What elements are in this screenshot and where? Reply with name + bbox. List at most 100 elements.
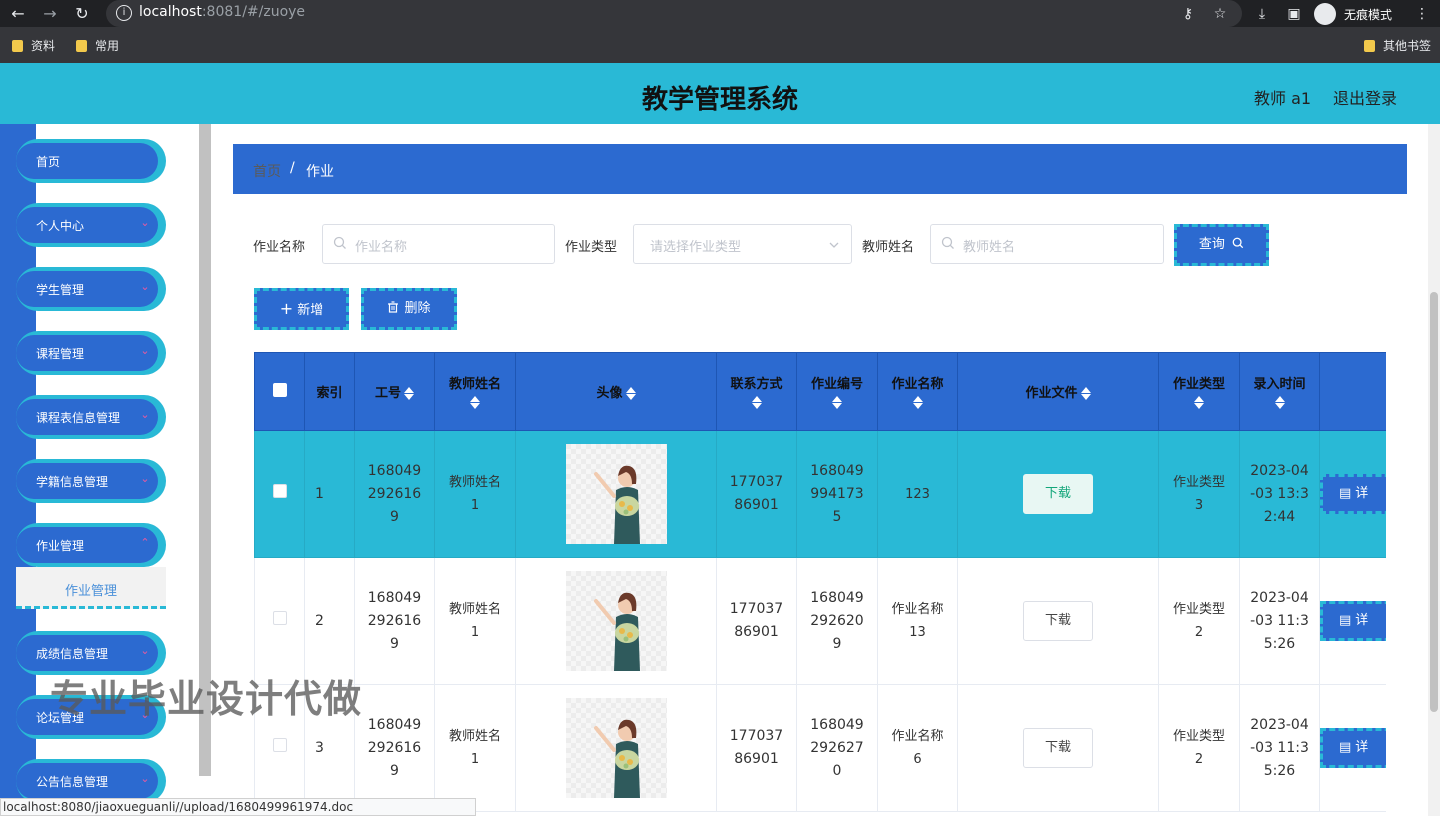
- homework-name-input[interactable]: 作业名称: [322, 224, 555, 264]
- sort-icon[interactable]: [625, 386, 636, 401]
- col-avatar[interactable]: 头像: [515, 352, 717, 431]
- sidebar-item-enrollment[interactable]: 学籍信息管理 ⌄: [16, 459, 166, 503]
- col-hw-no[interactable]: 作业编号: [796, 352, 878, 431]
- detail-button[interactable]: ▤ 详: [1320, 728, 1386, 768]
- row-checkbox[interactable]: [272, 737, 287, 752]
- col-entry-time[interactable]: 录入时间: [1239, 352, 1320, 431]
- bookmark-folder[interactable]: 资料: [12, 37, 55, 54]
- cell-text: 1: [315, 485, 324, 502]
- document-icon: ▤: [1339, 613, 1352, 628]
- sidebar-item-profile[interactable]: 个人中心 ⌄: [16, 203, 166, 247]
- col-teacher-name-label: 教师姓名: [448, 377, 501, 392]
- col-hw-file[interactable]: 作业文件: [957, 352, 1159, 431]
- download-button[interactable]: 下载: [1023, 728, 1093, 768]
- sidebar-item-label: 成绩信息管理: [36, 647, 109, 661]
- sidebar-subitem-homework[interactable]: 作业管理: [16, 567, 166, 609]
- cell-hw-type: 作业类型3: [1158, 430, 1240, 558]
- col-contact[interactable]: 联系方式: [716, 352, 797, 431]
- select-all-cell[interactable]: [254, 352, 305, 431]
- cell-hw-name: 作业名称13: [877, 557, 958, 685]
- col-hw-name[interactable]: 作业名称: [877, 352, 958, 431]
- table-row[interactable]: 3 1680492926169 教师姓名1 17703786901 1680492926…: [254, 684, 1386, 812]
- col-staff-no[interactable]: 工号: [354, 352, 435, 431]
- cell-text: 17703786901: [729, 474, 784, 513]
- sort-icon[interactable]: [1194, 396, 1204, 409]
- sort-icon[interactable]: [470, 396, 480, 409]
- query-button[interactable]: 查询: [1174, 224, 1269, 266]
- sidepanel-icon[interactable]: ▣: [1284, 4, 1304, 24]
- avatar: [565, 444, 667, 544]
- col-hw-file-label: 作业文件: [1025, 386, 1078, 401]
- sidebar-item-courses[interactable]: 课程管理 ⌄: [16, 331, 166, 375]
- bookmark-label: 资料: [31, 39, 56, 53]
- detail-button[interactable]: ▤ 详: [1320, 601, 1386, 641]
- add-button[interactable]: + 新增: [254, 288, 349, 330]
- incognito-icon[interactable]: [1314, 3, 1336, 25]
- key-icon[interactable]: ⚷: [1178, 4, 1198, 24]
- cell-text: 1680492926169: [367, 589, 422, 652]
- cell-actions: ▤ 详: [1319, 557, 1386, 685]
- address-bar[interactable]: i localhost:8081/#/zuoye ⚷ ☆: [106, 0, 1242, 27]
- row-select-cell[interactable]: [254, 557, 305, 685]
- cell-actions: ▤ 详: [1319, 684, 1386, 812]
- table-row[interactable]: 1 1680492926169 教师姓名1 17703786901 1680499941…: [254, 430, 1386, 558]
- col-index: 索引: [304, 352, 355, 431]
- col-hw-type[interactable]: 作业类型: [1158, 352, 1240, 431]
- page-scrollbar[interactable]: [1428, 124, 1440, 816]
- star-icon[interactable]: ☆: [1210, 4, 1230, 24]
- chevron-down-icon: ⌄: [140, 280, 150, 293]
- sidebar-item-students[interactable]: 学生管理 ⌄: [16, 267, 166, 311]
- sidebar-item-schedule[interactable]: 课程表信息管理 ⌄: [16, 395, 166, 439]
- row-checkbox[interactable]: [272, 610, 287, 625]
- delete-button[interactable]: 删除: [361, 288, 457, 330]
- cell-text: 1680492926209: [810, 589, 864, 652]
- homework-name-label: 作业名称: [253, 240, 306, 255]
- info-icon[interactable]: i: [116, 5, 132, 21]
- other-bookmarks[interactable]: 其他书签: [1364, 37, 1431, 54]
- sidebar-item-homework[interactable]: 作业管理 ⌃: [16, 523, 166, 567]
- homework-type-select[interactable]: 请选择作业类型: [633, 224, 852, 264]
- sort-icon[interactable]: [1274, 396, 1285, 409]
- cell-text: 1680492926169: [367, 716, 422, 779]
- col-teacher-name[interactable]: 教师姓名: [434, 352, 516, 431]
- cell-index: 2: [304, 557, 355, 685]
- select-all-checkbox[interactable]: [272, 382, 287, 397]
- scrollbar-thumb[interactable]: [1430, 292, 1438, 712]
- cell-text: 作业名称13: [891, 602, 944, 640]
- sidebar-item-home[interactable]: 首页: [16, 139, 166, 183]
- reload-icon[interactable]: ↻: [72, 4, 92, 24]
- sort-icon[interactable]: [1080, 386, 1091, 401]
- menu-kebab-icon[interactable]: ⋮: [1412, 4, 1432, 24]
- homework-name-placeholder: 作业名称: [355, 240, 408, 255]
- bookmark-folder[interactable]: 常用: [76, 37, 119, 54]
- logout-link[interactable]: 退出登录: [1333, 85, 1397, 109]
- bookmarks-bar: 资料 常用 其他书签: [0, 27, 1440, 63]
- download-icon[interactable]: ⤓: [1252, 4, 1272, 24]
- download-button[interactable]: 下载: [1023, 474, 1093, 514]
- delete-button-label: 删除: [404, 301, 431, 316]
- back-icon[interactable]: ←: [8, 4, 28, 24]
- sidebar-item-notices[interactable]: 公告信息管理 ⌄: [16, 759, 166, 803]
- forward-icon[interactable]: →: [40, 4, 60, 24]
- folder-icon: [76, 40, 87, 52]
- download-button[interactable]: 下载: [1023, 601, 1093, 641]
- teacher-name-input[interactable]: 教师姓名: [930, 224, 1164, 264]
- detail-button[interactable]: ▤ 详: [1320, 474, 1386, 514]
- search-icon: [1232, 237, 1244, 249]
- breadcrumb-home[interactable]: 首页: [253, 161, 281, 181]
- cell-text: 17703786901: [729, 728, 784, 767]
- url-path: :8081/#/zuoye: [201, 4, 306, 20]
- cell-text: 1680499941735: [810, 462, 864, 525]
- breadcrumb-separator: /: [290, 160, 295, 176]
- sort-icon[interactable]: [751, 396, 762, 409]
- row-checkbox[interactable]: [272, 483, 287, 498]
- cell-staff-no: 1680492926169: [354, 557, 435, 685]
- table-row[interactable]: 2 1680492926169 教师姓名1 17703786901 1680492926…: [254, 557, 1386, 685]
- chevron-down-icon: ⌄: [140, 772, 150, 785]
- sort-icon[interactable]: [912, 396, 923, 409]
- sort-icon[interactable]: [832, 396, 842, 409]
- row-select-cell[interactable]: [254, 430, 305, 558]
- cell-text: 作业类型2: [1172, 729, 1225, 767]
- sort-icon[interactable]: [404, 386, 414, 401]
- cell-entry-time: 2023-04-03 11:35:26: [1239, 684, 1320, 812]
